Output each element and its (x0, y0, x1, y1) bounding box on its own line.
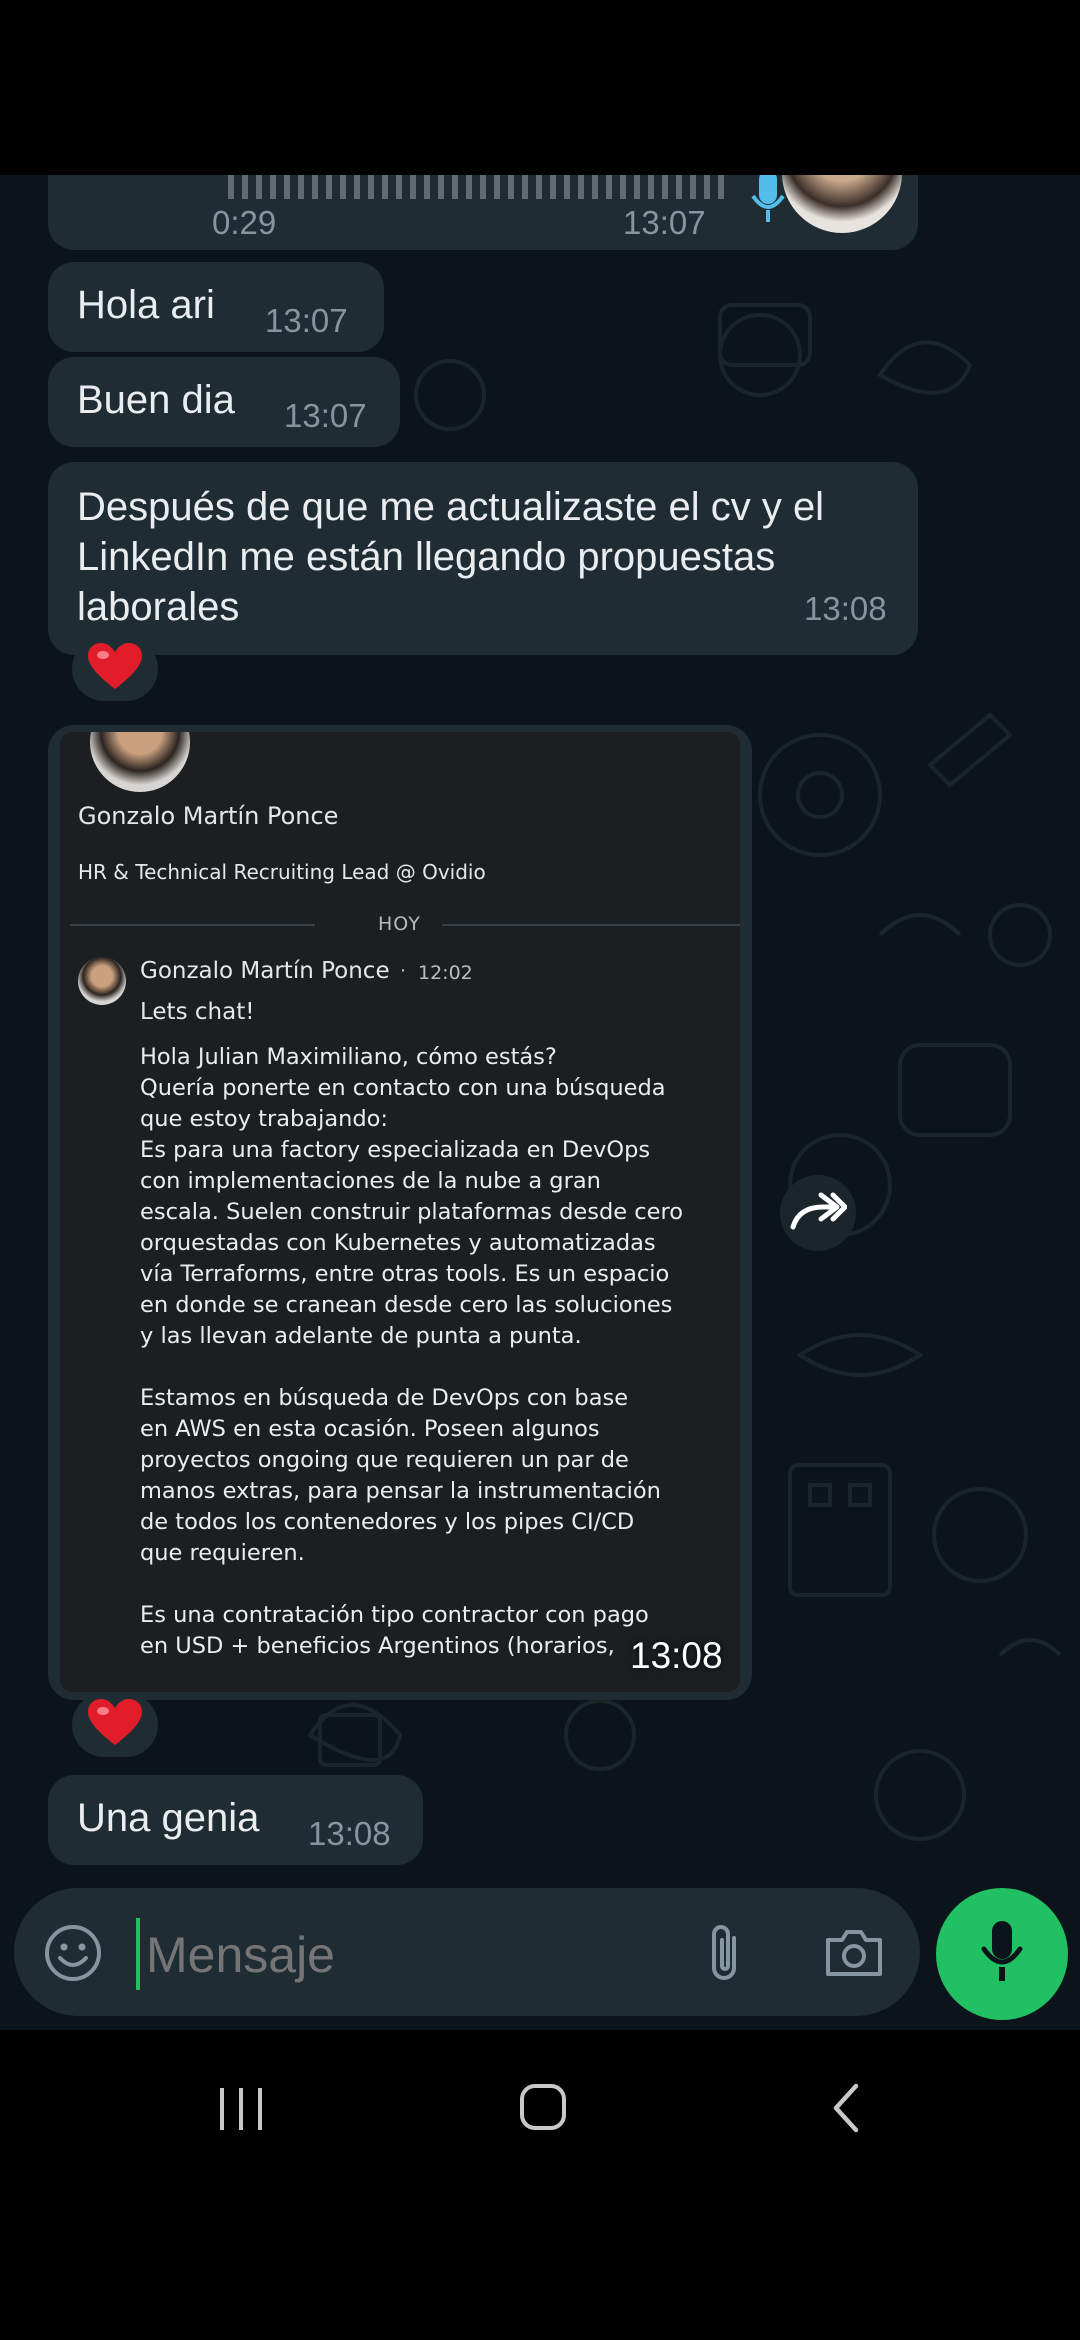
message-body-line: en donde se cranean desde cero las soluc… (140, 1292, 673, 1318)
message-time: 13:08 (804, 590, 887, 627)
waveform (228, 175, 728, 199)
sender-separator: · (400, 960, 407, 982)
subject: Lets chat! (140, 999, 255, 1025)
message-input[interactable] (144, 1916, 668, 1994)
message-body-line: vía Terraforms, entre otras tools. Es un… (140, 1261, 670, 1287)
camera-icon[interactable] (824, 1928, 884, 1983)
heart-icon (88, 642, 142, 696)
day-divider-right (442, 924, 740, 926)
message-body-line: Quería ponerte en contacto con una búsqu… (140, 1075, 666, 1101)
forward-button[interactable] (780, 1175, 856, 1251)
message-time: 13:08 (308, 1815, 391, 1852)
message-body-line: escala. Suelen construir plataformas des… (140, 1199, 683, 1225)
message-input-bar[interactable] (14, 1888, 920, 2016)
forward-icon (789, 1191, 848, 1236)
message-body-line: en AWS en esta ocasión. Poseen algunos (140, 1416, 600, 1442)
message-body-line: Estamos en búsqueda de DevOps con base (140, 1385, 629, 1411)
sender-name: Gonzalo Martín Ponce (140, 958, 390, 984)
profile-name: Gonzalo Martín Ponce (78, 802, 339, 830)
recents-icon[interactable] (216, 2086, 266, 2137)
profile-title: HR & Technical Recruiting Lead @ Ovidio (78, 860, 486, 884)
message-bubble[interactable]: Hola ari 13:07 (48, 262, 384, 352)
message-body-line: Es para una factory especializada en Dev… (140, 1137, 651, 1163)
message-body-line: proyectos ongoing que requieren un par d… (140, 1447, 629, 1473)
reaction-badge[interactable] (72, 1693, 158, 1757)
message-body-line: manos extras, para pensar la instrumenta… (140, 1478, 661, 1504)
message-body-line: en USD + beneficios Argentinos (horarios… (140, 1633, 615, 1659)
message-time: 13:07 (284, 397, 367, 434)
mic-icon (980, 1919, 1024, 1990)
message-bubble[interactable]: Buen dia 13:07 (48, 357, 400, 447)
mic-icon (750, 175, 786, 231)
emoji-icon[interactable] (44, 1924, 102, 1987)
avatar (782, 175, 902, 233)
screenshot-image[interactable]: Gonzalo Martín Ponce HR & Technical Recr… (60, 732, 740, 1692)
profile-avatar (90, 732, 190, 792)
message-time: 13:07 (623, 204, 706, 241)
sender-avatar (78, 957, 126, 1005)
home-icon[interactable] (518, 2082, 568, 2137)
system-navigation-bar (0, 2030, 1080, 2170)
message-time: 13:07 (265, 302, 348, 339)
message-body-line: que estoy trabajando: (140, 1106, 389, 1132)
message-text: Hola ari (77, 283, 215, 327)
message-text-line: Después de que me actualizaste el cv y e… (77, 485, 825, 529)
heart-icon (88, 1698, 142, 1752)
message-text-line: LinkedIn me están llegando propuestas (77, 535, 776, 579)
message-body-line: Es una contratación tipo contractor con … (140, 1602, 649, 1628)
message-body-line: de todos los contenedores y los pipes CI… (140, 1509, 635, 1535)
back-icon[interactable] (830, 2082, 862, 2139)
message-body-line: orquestadas con Kubernetes y automatizad… (140, 1230, 656, 1256)
day-divider: HOY (378, 913, 421, 935)
voice-record-button[interactable] (936, 1888, 1068, 2020)
reaction-badge[interactable] (72, 637, 158, 701)
message-text: Buen dia (77, 378, 235, 422)
message-bubble[interactable]: Después de que me actualizaste el cv y e… (48, 462, 918, 655)
message-body-line: Hola Julian Maximiliano, cómo estás? (140, 1044, 557, 1070)
message-body-line: y las llevan adelante de punta a punta. (140, 1323, 582, 1349)
chat-area[interactable]: 0:29 13:07 Hola ari 13:07 Buen dia 13:07… (0, 175, 1080, 2030)
message-body-line: con implementaciones de la nube a gran (140, 1168, 601, 1194)
message-bubble[interactable]: Una genia 13:08 (48, 1775, 423, 1865)
sender-time: 12:02 (418, 962, 473, 984)
message-text: Una genia (77, 1796, 260, 1840)
day-divider-left (70, 924, 315, 926)
attach-icon[interactable] (704, 1922, 744, 1989)
message-text-line: laborales (77, 585, 240, 629)
message-time: 13:08 (630, 1635, 723, 1676)
voice-note-bubble[interactable]: 0:29 13:07 (48, 175, 918, 250)
message-body-line: que requieren. (140, 1540, 305, 1566)
text-cursor (136, 1918, 140, 1990)
voice-duration: 0:29 (212, 204, 277, 241)
